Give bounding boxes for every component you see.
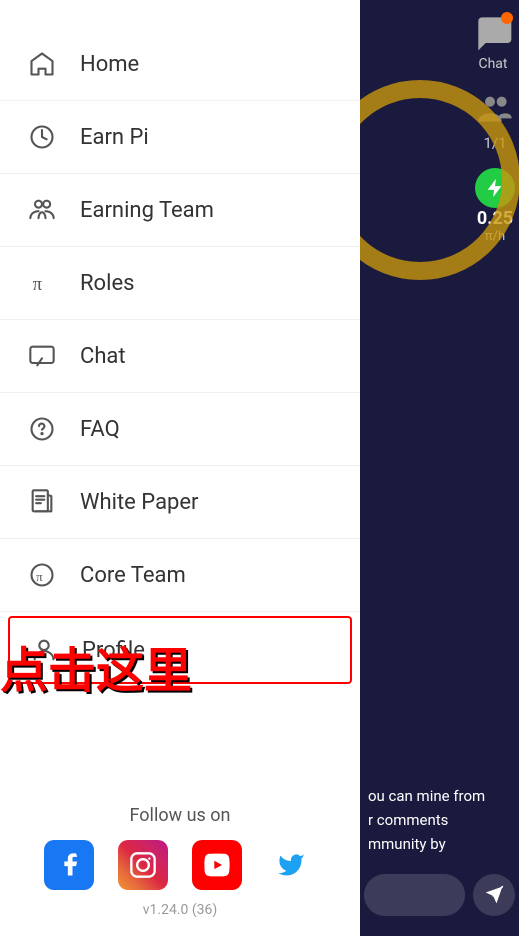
send-button[interactable] <box>473 874 515 916</box>
bottom-text-line3: mmunity by <box>368 832 511 856</box>
nav-label-white-paper: White Paper <box>80 490 199 515</box>
chat-input-bar <box>364 874 515 916</box>
navigation-drawer: Home Earn Pi <box>0 0 360 936</box>
svg-text:π: π <box>36 570 43 584</box>
nav-item-earn-pi[interactable]: Earn Pi <box>0 101 360 174</box>
nav-item-earning-team[interactable]: Earning Team <box>0 174 360 247</box>
nav-label-faq: FAQ <box>80 417 120 442</box>
chat-label: Chat <box>478 56 507 72</box>
bottom-text-line2: r comments <box>368 808 511 832</box>
nav-item-chat[interactable]: Chat <box>0 320 360 393</box>
bottom-text-area: ou can mine from r comments mmunity by <box>360 784 519 856</box>
nav-label-roles: Roles <box>80 271 134 296</box>
roles-icon: π <box>24 265 60 301</box>
nav-label-core-team: Core Team <box>80 563 186 588</box>
nav-label-chat: Chat <box>80 344 126 369</box>
nav-item-core-team[interactable]: π Core Team <box>0 539 360 612</box>
follow-title: Follow us on <box>0 805 360 826</box>
chat-icon <box>24 338 60 374</box>
nav-label-home: Home <box>80 52 139 77</box>
chat-button[interactable]: Chat <box>471 10 515 72</box>
earn-pi-icon <box>24 119 60 155</box>
core-team-icon: π <box>24 557 60 593</box>
drawer-header <box>0 0 360 28</box>
nav-label-earn-pi: Earn Pi <box>80 125 149 150</box>
nav-item-roles[interactable]: π Roles <box>0 247 360 320</box>
nav-item-faq[interactable]: FAQ <box>0 393 360 466</box>
home-icon <box>24 46 60 82</box>
nav-item-home[interactable]: Home <box>0 28 360 101</box>
youtube-button[interactable] <box>192 840 242 890</box>
nav-item-white-paper[interactable]: White Paper <box>0 466 360 539</box>
svg-text:π: π <box>33 274 43 295</box>
instagram-button[interactable] <box>118 840 168 890</box>
message-input[interactable] <box>364 874 465 916</box>
faq-icon <box>24 411 60 447</box>
twitter-button[interactable] <box>266 840 316 890</box>
social-icons-row <box>0 840 360 890</box>
chat-bubble-icon <box>471 10 515 54</box>
nav-label-earning-team: Earning Team <box>80 198 214 223</box>
version-text: v1.24.0 (36) <box>0 902 360 928</box>
chat-notification-dot <box>501 12 513 24</box>
right-panel: Chat 1/1 0.25 π/h <box>360 0 519 936</box>
app-container: Home Earn Pi <box>0 0 519 936</box>
earning-team-icon <box>24 192 60 228</box>
chinese-annotation: 点击这里 <box>0 631 192 701</box>
white-paper-icon <box>24 484 60 520</box>
bottom-text-line1: ou can mine from <box>368 784 511 808</box>
facebook-button[interactable] <box>44 840 94 890</box>
follow-section: Follow us on <box>0 789 360 936</box>
